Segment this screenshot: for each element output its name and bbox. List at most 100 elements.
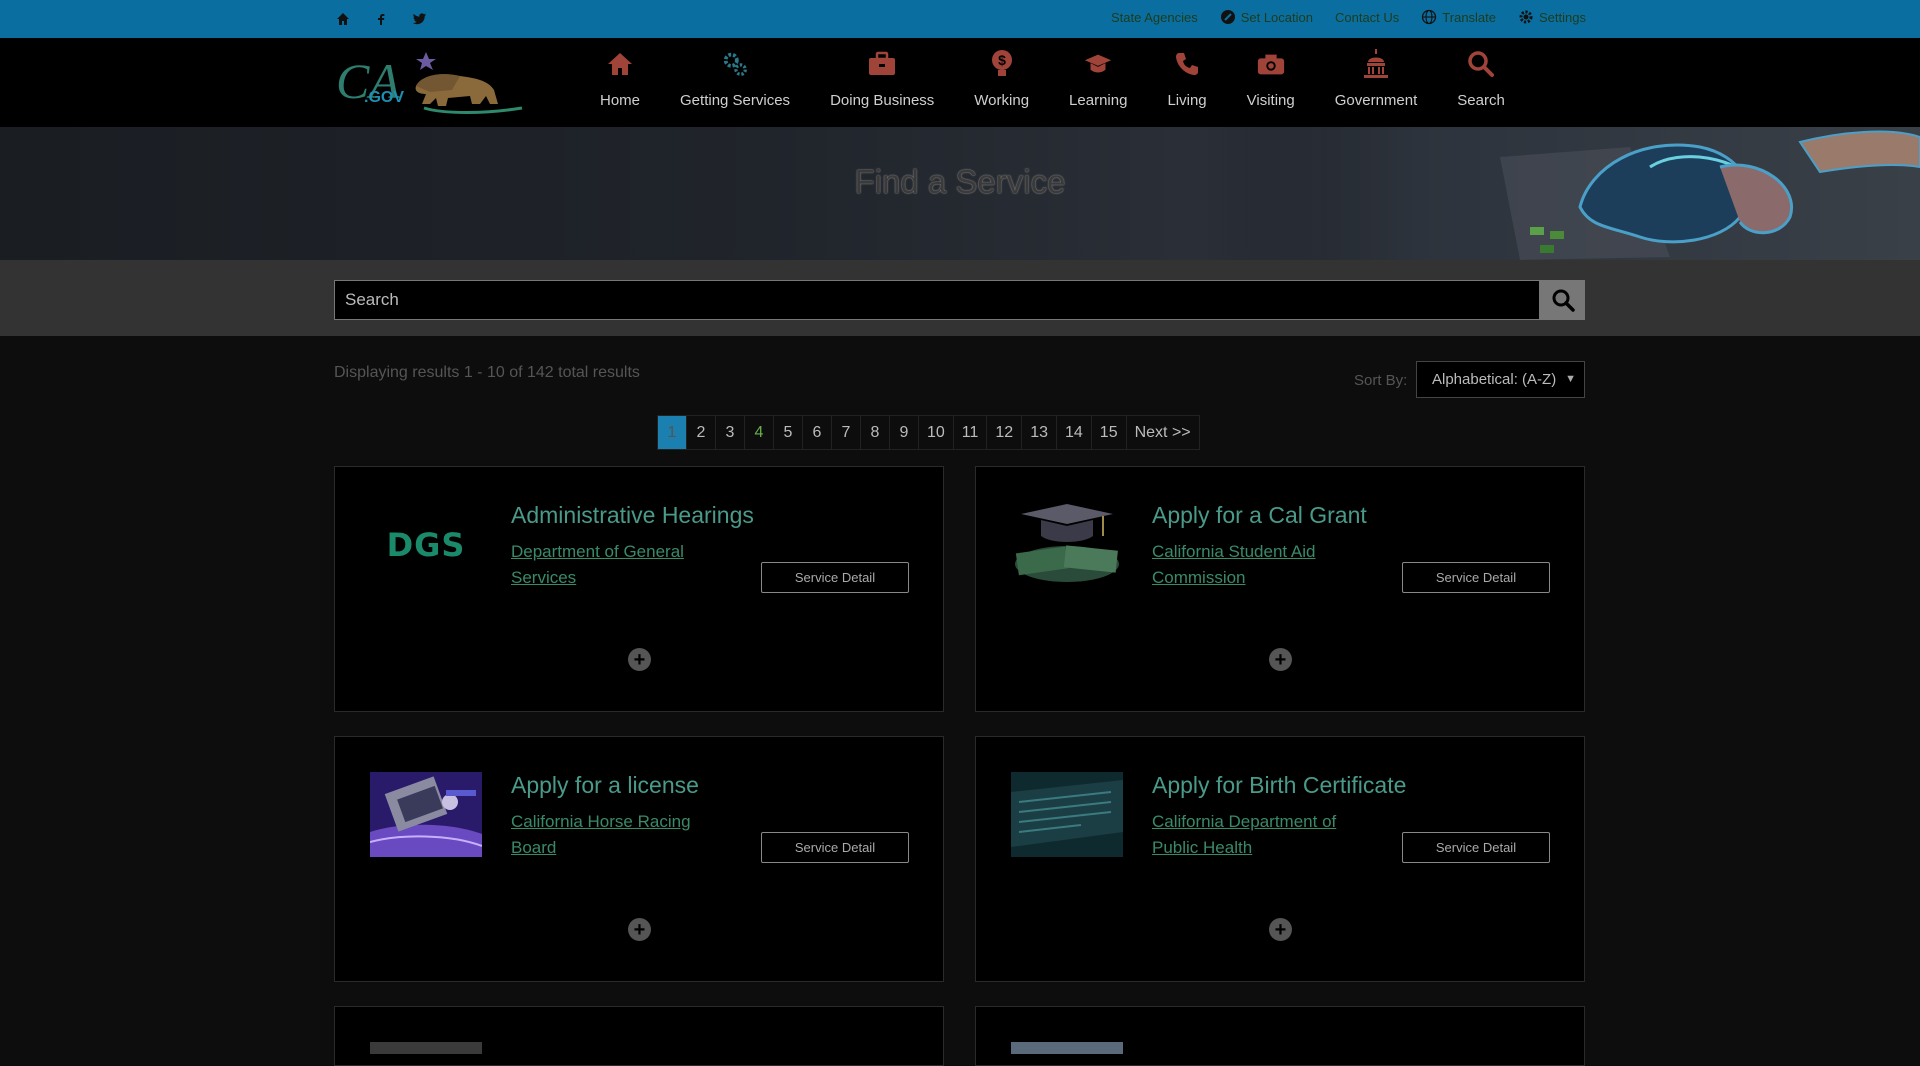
home-icon (605, 48, 635, 80)
facebook-icon[interactable] (372, 10, 390, 28)
service-card: Apply for Birth Certificate California D… (975, 736, 1585, 982)
results-summary: Displaying results 1 - 10 of 142 total r… (334, 364, 640, 381)
page-link-7[interactable]: 7 (831, 415, 861, 450)
search-icon (1552, 289, 1575, 312)
service-detail-button[interactable]: Service Detail (761, 562, 909, 593)
page-link-12[interactable]: 12 (986, 415, 1023, 450)
nav-working[interactable]: $ Working (954, 48, 1049, 123)
sort-label: Sort By: (1354, 372, 1408, 389)
gear-icon (1519, 10, 1533, 24)
set-location-label: Set Location (1240, 9, 1313, 25)
page-link-11[interactable]: 11 (952, 415, 988, 450)
page-link-6[interactable]: 6 (802, 415, 832, 450)
search-band: Search (0, 260, 1920, 336)
page-link-14[interactable]: 14 (1056, 415, 1092, 450)
page-link-13[interactable]: 13 (1021, 415, 1057, 450)
service-detail-button[interactable]: Service Detail (1402, 562, 1550, 593)
expand-plus-icon[interactable]: + (1269, 648, 1292, 671)
service-card: DGS Administrative Hearings Department o… (334, 466, 944, 712)
page-link-1[interactable]: 1 (657, 415, 687, 450)
translate-link[interactable]: Translate (1421, 9, 1496, 25)
nav-getting-services[interactable]: Getting Services (660, 48, 810, 123)
contact-us-label: Contact Us (1334, 9, 1400, 25)
service-thumbnail (1011, 1042, 1123, 1054)
graduation-cap-icon (1083, 48, 1113, 80)
next-page-link[interactable]: Next >> (1125, 415, 1200, 450)
hero-banner: Find a Service (0, 127, 1920, 260)
state-agencies-label: State Agencies (1110, 9, 1198, 25)
agency-link[interactable]: California Horse Racing Board (511, 809, 711, 861)
set-location-link[interactable]: Set Location (1220, 9, 1313, 25)
service-card (975, 1006, 1585, 1066)
page-link-4[interactable]: 4 (744, 415, 774, 450)
pagination: 1 2 3 4 5 6 7 8 9 10 11 12 13 14 15 Next… (657, 415, 1200, 450)
chevron-down-icon: ▼ (1565, 373, 1576, 385)
utility-bar: State Agencies Set Location Contact Us T… (0, 0, 1920, 38)
nav-doing-business[interactable]: Doing Business (810, 48, 954, 123)
service-card: Apply for a license California Horse Rac… (334, 736, 944, 982)
nav-doing-business-label: Doing Business (830, 92, 935, 109)
expand-plus-icon[interactable]: + (1269, 918, 1292, 941)
page-link-5[interactable]: 5 (773, 415, 803, 450)
contact-us-link[interactable]: Contact Us (1335, 9, 1399, 25)
horse-racing-image (369, 772, 483, 857)
search-icon (1466, 48, 1496, 80)
nav-working-label: Working (974, 92, 1030, 109)
service-detail-button[interactable]: Service Detail (1402, 832, 1550, 863)
nav-home-label: Home (600, 92, 641, 109)
primary-nav: Home Getting Services Doing Business $ W… (580, 48, 1525, 123)
page-link-15[interactable]: 15 (1090, 415, 1127, 450)
home-icon[interactable] (334, 10, 352, 28)
settings-label: Settings (1539, 9, 1586, 25)
service-title-link[interactable]: Apply for a license (511, 772, 699, 799)
gears-icon (720, 48, 750, 80)
nav-living[interactable]: Living (1147, 48, 1226, 123)
camera-icon (1256, 48, 1286, 80)
service-detail-button[interactable]: Service Detail (761, 832, 909, 863)
service-thumbnail: DGS (370, 502, 482, 587)
expand-plus-icon[interactable]: + (628, 918, 651, 941)
nav-government[interactable]: Government (1315, 48, 1438, 123)
nav-visiting-label: Visiting (1246, 92, 1295, 109)
phone-icon (1172, 48, 1202, 80)
translate-label: Translate (1442, 9, 1497, 25)
agency-link[interactable]: Department of General Services (511, 539, 711, 591)
page-link-8[interactable]: 8 (860, 415, 890, 450)
nav-living-label: Living (1167, 92, 1207, 109)
expand-plus-icon[interactable]: + (628, 648, 651, 671)
nav-government-label: Government (1334, 92, 1418, 109)
service-title-link[interactable]: Apply for Birth Certificate (1152, 772, 1406, 799)
page-link-10[interactable]: 10 (918, 415, 954, 450)
state-agencies-link[interactable]: State Agencies (1111, 9, 1198, 25)
briefcase-icon (867, 48, 897, 80)
search-input[interactable]: Search (334, 280, 1540, 320)
nav-home[interactable]: Home (580, 48, 660, 123)
sort-select-value: Alphabetical: (A-Z) (1432, 371, 1557, 388)
page-title: Find a Service (854, 163, 1066, 200)
ca-gov-logo[interactable]: CA .GOV (334, 46, 524, 118)
service-thumbnail (370, 1042, 482, 1054)
page-link-3[interactable]: 3 (715, 415, 745, 450)
nav-search[interactable]: Search (1437, 48, 1525, 123)
twitter-icon[interactable] (410, 10, 428, 28)
nav-getting-services-label: Getting Services (680, 92, 791, 109)
service-title-link[interactable]: Administrative Hearings (511, 502, 754, 529)
service-card (334, 1006, 944, 1066)
nav-learning[interactable]: Learning (1049, 48, 1147, 123)
nav-visiting[interactable]: Visiting (1227, 48, 1315, 123)
agency-link[interactable]: California Department of Public Health (1152, 809, 1352, 861)
dgs-logo-text: DGS (386, 525, 466, 564)
capitol-icon (1361, 48, 1391, 80)
search-button[interactable] (1540, 280, 1585, 320)
service-card: Apply for a Cal Grant California Student… (975, 466, 1585, 712)
svg-text:$: $ (998, 52, 1006, 68)
page-link-9[interactable]: 9 (889, 415, 919, 450)
page-link-2[interactable]: 2 (686, 415, 716, 450)
svg-text:.GOV: .GOV (364, 89, 404, 106)
service-title-link[interactable]: Apply for a Cal Grant (1152, 502, 1367, 529)
birth-certificate-image (1011, 772, 1123, 857)
settings-link[interactable]: Settings (1518, 9, 1586, 25)
agency-link[interactable]: California Student Aid Commission (1152, 539, 1352, 591)
nav-learning-label: Learning (1069, 92, 1128, 109)
sort-select[interactable]: Alphabetical: (A-Z) ▼ (1416, 361, 1585, 398)
